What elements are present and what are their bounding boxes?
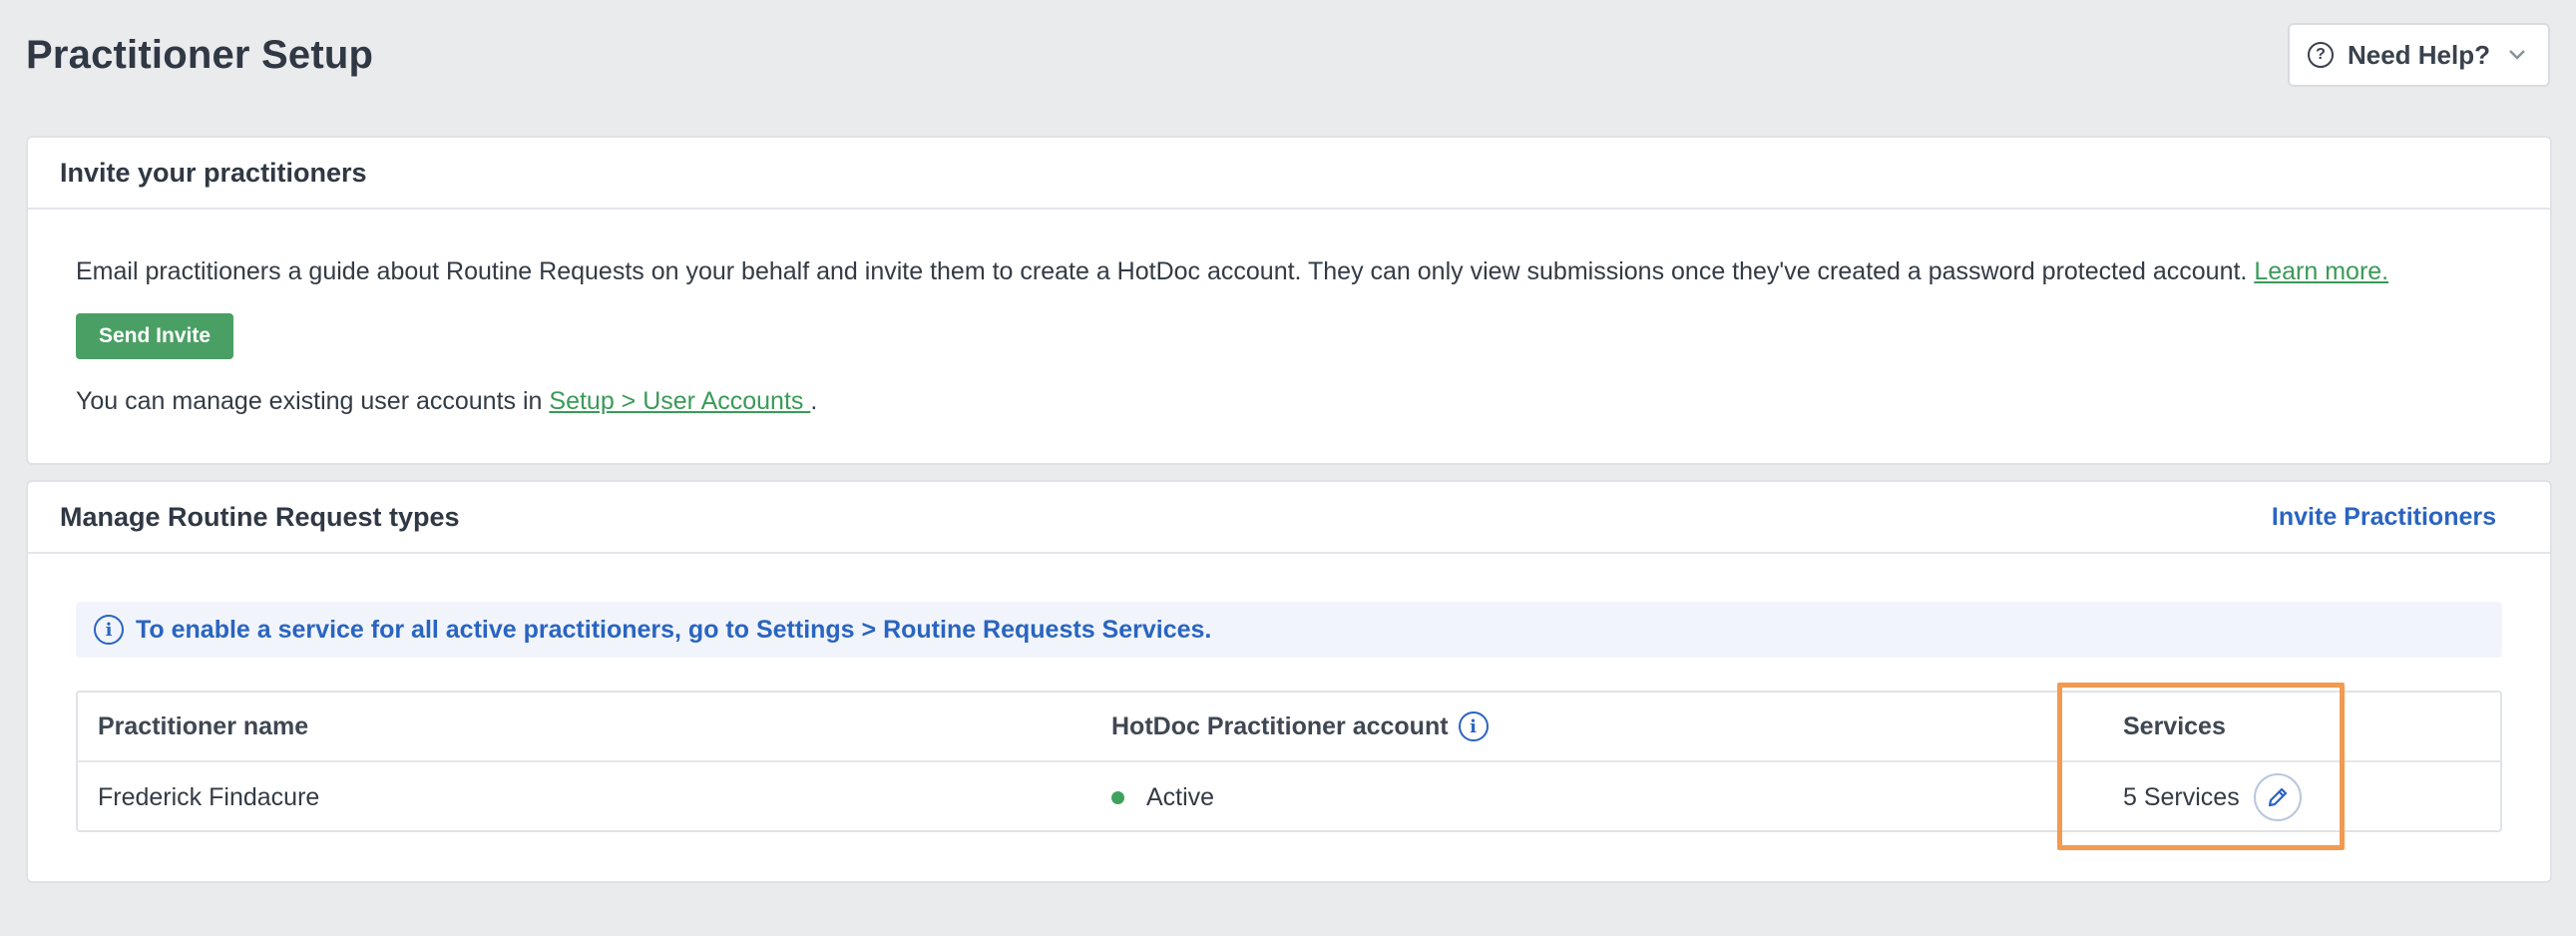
invite-card-header: Invite your practitioners [28,138,2550,210]
practitioners-table: Practitioner name HotDoc Practitioner ac… [76,691,2502,832]
send-invite-button[interactable]: Send Invite [76,313,233,359]
invite-practitioners-card: Invite your practitioners Email practiti… [26,136,2552,465]
need-help-label: Need Help? [2347,39,2490,70]
services-count: 5 Services [2123,782,2240,811]
need-help-button[interactable]: ? Need Help? [2287,23,2550,87]
account-info-icon[interactable]: i [1458,711,1489,741]
manage-accounts-text: You can manage existing user accounts in… [76,387,817,416]
page-header: Practitioner Setup ? Need Help? [26,20,2550,90]
question-circle-icon: ? [2307,42,2334,68]
column-header-name: Practitioner name [98,711,309,740]
manage-prefix: You can manage existing user accounts in [76,387,550,415]
manage-suffix: . [810,387,818,415]
invite-practitioners-link[interactable]: Invite Practitioners [2272,503,2496,532]
invite-card-title: Invite your practitioners [60,157,367,188]
column-header-services: Services [2123,711,2226,740]
manage-card-header: Manage Routine Request types Invite Prac… [28,482,2550,554]
column-header-account-label: HotDoc Practitioner account [1111,711,1449,740]
services-cell: 5 Services [2123,773,2302,821]
manage-card-title: Manage Routine Request types [60,501,460,532]
table-header-row: Practitioner name HotDoc Practitioner ac… [78,693,2500,762]
info-banner: i To enable a service for all active pra… [76,602,2502,658]
status-active-dot [1111,790,1124,804]
invite-description: Email practitioners a guide about Routin… [76,257,2388,286]
edit-services-button[interactable] [2253,773,2302,821]
info-icon: i [94,615,124,645]
user-accounts-link[interactable]: Setup > User Accounts [549,387,810,415]
invite-description-text: Email practitioners a guide about Routin… [76,257,2255,285]
table-row: Frederick Findacure Active 5 Services [78,762,2500,832]
column-header-account: HotDoc Practitioner account i [1111,711,1489,741]
manage-request-types-card: Manage Routine Request types Invite Prac… [26,480,2552,883]
page-title: Practitioner Setup [26,32,374,77]
info-banner-text: To enable a service for all active pract… [136,615,1212,644]
account-status-label: Active [1146,782,1215,811]
practitioner-name: Frederick Findacure [98,782,320,811]
learn-more-link[interactable]: Learn more. [2254,257,2388,285]
pencil-icon [2268,787,2287,807]
chevron-down-icon [2508,44,2526,67]
account-status: Active [1111,783,1214,812]
